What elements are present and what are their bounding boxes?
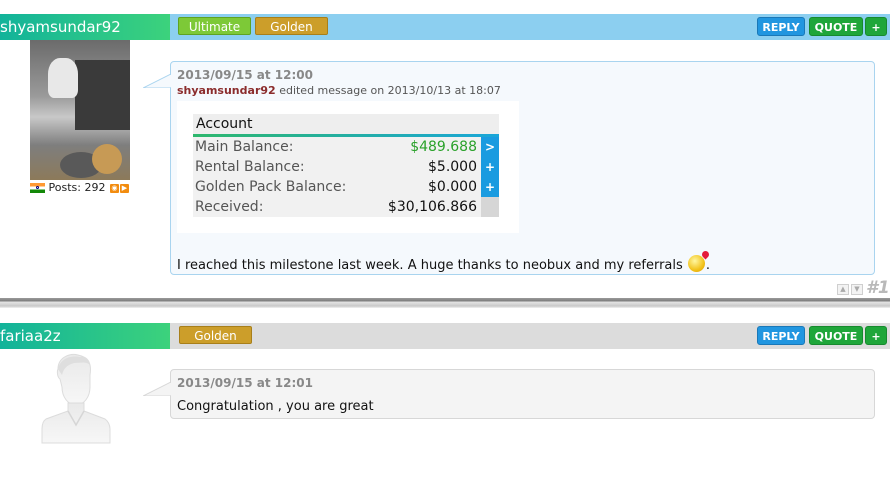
ultimate-badge: Ultimate	[178, 17, 251, 35]
balance-value: $489.688	[410, 139, 477, 155]
edit-text: edited message on 2013/10/13 at 18:07	[279, 84, 501, 97]
balance-label: Golden Pack Balance:	[195, 179, 347, 195]
quote-button[interactable]: QUOTE	[809, 17, 863, 36]
forum-post: shyamsundar92 Ultimate Golden REPLY QUOT…	[0, 14, 890, 298]
message-bubble: 2013/09/15 at 12:00 shyamsundar92 edited…	[143, 61, 875, 275]
message-end: .	[705, 258, 711, 273]
message-bubble: 2013/09/15 at 12:01 Congratulation , you…	[143, 369, 875, 419]
message-body: I reached this milestone last week. A hu…	[177, 258, 687, 273]
bubble-tail	[143, 74, 171, 88]
post-header-bar: Ultimate Golden REPLY QUOTE +	[170, 14, 890, 40]
balance-label: Main Balance:	[195, 139, 294, 155]
user-avatar[interactable]	[30, 40, 130, 180]
username[interactable]: fariaa2z	[0, 327, 61, 345]
vote-down-icon[interactable]: ▼	[851, 284, 863, 295]
reply-button[interactable]: REPLY	[757, 326, 805, 345]
received-empty-cell	[481, 197, 499, 217]
balance-row-received: Received: $30,106.866	[193, 197, 481, 217]
post-number[interactable]: #1	[866, 278, 890, 298]
vote-up-icon[interactable]: ▲	[837, 284, 849, 295]
widget-title: Account	[193, 114, 499, 134]
avatar-photo-detail	[75, 60, 130, 130]
india-flag-icon	[30, 183, 45, 193]
rental-balance-add-button[interactable]: +	[481, 157, 499, 177]
golden-pack-add-button[interactable]: +	[481, 177, 499, 197]
avatar-photo-detail	[92, 144, 122, 174]
post-header-bar: Golden REPLY QUOTE +	[170, 323, 890, 349]
balance-row-main: Main Balance: $489.688	[193, 137, 481, 157]
forum-post: fariaa2z Golden REPLY QUOTE + 2013/09/15…	[0, 323, 890, 483]
smiley-icon	[687, 255, 705, 272]
balance-value: $5.000	[428, 159, 477, 175]
balance-row-rental: Rental Balance: $5.000	[193, 157, 481, 177]
default-avatar-icon[interactable]	[40, 353, 112, 445]
account-balance-widget: Account Main Balance: $489.688 > Rental …	[177, 101, 519, 233]
username-header[interactable]: shyamsundar92	[0, 14, 170, 40]
post-divider	[0, 298, 890, 308]
post-date: 2013/09/15 at 12:00	[177, 68, 313, 82]
balance-label: Received:	[195, 199, 264, 215]
message-text: Congratulation , you are great	[177, 399, 374, 414]
play-icon[interactable]: ▶	[119, 183, 129, 193]
bubble-tail	[143, 382, 171, 396]
post-date: 2013/09/15 at 12:01	[177, 376, 313, 390]
balance-label: Rental Balance:	[195, 159, 305, 175]
avatar-photo-detail	[48, 58, 78, 98]
user-meta: Posts: 292 ◉ ▶	[30, 181, 129, 195]
quick-quote-button[interactable]: +	[865, 326, 887, 345]
balance-value: $30,106.866	[387, 199, 477, 215]
balance-value: $0.000	[428, 179, 477, 195]
edit-user[interactable]: shyamsundar92	[177, 84, 276, 97]
balance-row-golden-pack: Golden Pack Balance: $0.000	[193, 177, 481, 197]
quick-quote-button[interactable]: +	[865, 17, 887, 36]
golden-badge: Golden	[179, 326, 252, 344]
reply-button[interactable]: REPLY	[757, 17, 805, 36]
message-text: I reached this milestone last week. A hu…	[177, 255, 710, 273]
golden-badge: Golden	[255, 17, 328, 35]
quote-button[interactable]: QUOTE	[809, 326, 863, 345]
edit-notice: shyamsundar92 edited message on 2013/10/…	[177, 84, 501, 97]
posts-count: Posts: 292	[48, 181, 106, 194]
username-header[interactable]: fariaa2z	[0, 323, 170, 349]
rss-icon[interactable]: ◉	[109, 183, 119, 193]
main-balance-arrow-button[interactable]: >	[481, 137, 499, 157]
username[interactable]: shyamsundar92	[0, 18, 121, 36]
